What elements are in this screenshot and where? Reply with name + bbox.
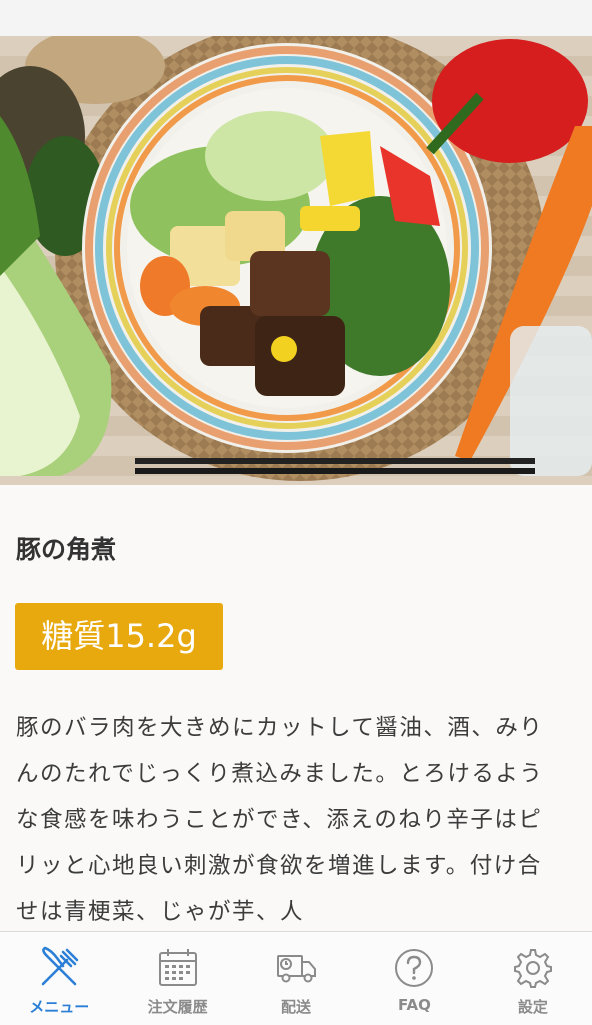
- dish-description: 豚のバラ肉を大きめにカットして醤油、酒、みりんのたれでじっくり煮込みました。とろ…: [16, 715, 544, 925]
- tab-label: メニュー: [29, 998, 90, 1016]
- dish-title: 豚の角煮: [16, 535, 117, 564]
- tab-settings[interactable]: 設定: [474, 932, 592, 1025]
- calendar-icon: [158, 949, 197, 986]
- tab-label: 配送: [281, 998, 312, 1016]
- tab-label: FAQ: [397, 996, 431, 1014]
- fork-knife-icon: [41, 946, 79, 986]
- tab-order-history[interactable]: 注文履歴: [118, 932, 236, 1025]
- tab-delivery[interactable]: 配送: [237, 932, 355, 1025]
- question-circle-icon: [395, 949, 434, 987]
- tab-label: 注文履歴: [147, 998, 208, 1016]
- tab-bar: メニュー 注文履歴 配送 FAQ 設定: [0, 931, 592, 1025]
- status-bar: [0, 0, 592, 36]
- tab-menu[interactable]: メニュー: [0, 932, 118, 1025]
- dish-photo: [0, 36, 592, 485]
- gear-icon: [513, 949, 552, 988]
- delivery-truck-icon: [277, 955, 317, 983]
- carb-badge: 糖質15.2g: [15, 603, 223, 670]
- tab-label: 設定: [517, 998, 548, 1016]
- tab-faq[interactable]: FAQ: [355, 932, 473, 1025]
